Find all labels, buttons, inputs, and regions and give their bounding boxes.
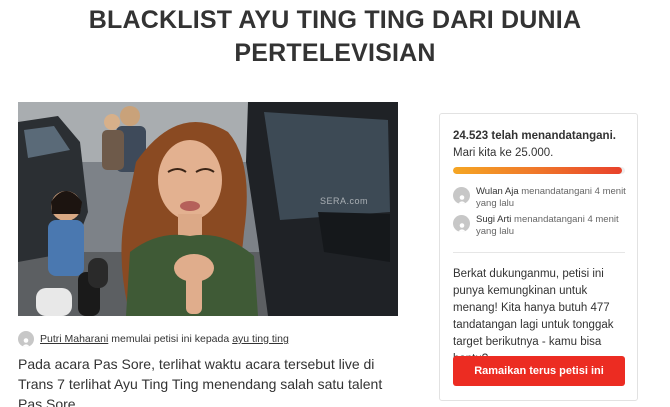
signer-name: Sugi Arti xyxy=(476,214,512,225)
signer-name: Wulan Aja xyxy=(476,186,519,197)
petition-title-line1: BLACKLIST AYU TING TING DARI DUNIA xyxy=(88,6,582,34)
motivation-text: Berkat dukunganmu, petisi ini punya kemu… xyxy=(453,268,614,365)
signature-count: 24.523 telah menandatangani. Mari kita k… xyxy=(453,128,633,162)
signature-progress-fill xyxy=(453,167,622,174)
signature-goal-text: Mari kita ke 25.000. xyxy=(453,147,554,159)
recent-signer: Wulan Aja menandatangani 4 menit yang la… xyxy=(453,186,633,210)
petition-title-line2: PERTELEVISIAN xyxy=(234,39,436,67)
signature-panel: 24.523 telah menandatangani. Mari kita k… xyxy=(439,113,638,401)
person-icon xyxy=(22,338,30,347)
person-icon xyxy=(457,223,466,232)
petition-starter: Putri Maharani memulai petisi ini kepada… xyxy=(18,330,289,348)
petition-image: SERA.com xyxy=(18,102,398,316)
person-icon xyxy=(457,195,466,204)
recent-signer: Sugi Arti menandatangani 4 menit yang la… xyxy=(453,214,633,238)
starter-avatar xyxy=(18,331,34,347)
signer-avatar xyxy=(453,187,470,204)
share-petition-button[interactable]: Ramaikan terus petisi ini xyxy=(453,356,625,386)
starter-action-text: memulai petisi ini kepada xyxy=(111,333,230,345)
signature-count-bold: 24.523 telah menandatangani. xyxy=(453,130,616,142)
signature-progress-bar xyxy=(453,167,625,174)
petition-photo-illustration xyxy=(18,102,398,316)
starter-name-link[interactable]: Putri Maharani xyxy=(40,333,108,345)
signer-text: Sugi Arti menandatangani 4 menit yang la… xyxy=(476,214,633,238)
panel-divider xyxy=(453,252,625,253)
signer-avatar xyxy=(453,215,470,232)
petition-target-link[interactable]: ayu ting ting xyxy=(232,333,289,345)
petition-title: BLACKLIST AYU TING TING DARI DUNIA PERTE… xyxy=(0,4,670,70)
image-watermark: SERA.com xyxy=(320,196,369,206)
petition-description: Pada acara Pas Sore, terlihat waktu acar… xyxy=(18,356,383,407)
signer-text: Wulan Aja menandatangani 4 menit yang la… xyxy=(476,186,633,210)
